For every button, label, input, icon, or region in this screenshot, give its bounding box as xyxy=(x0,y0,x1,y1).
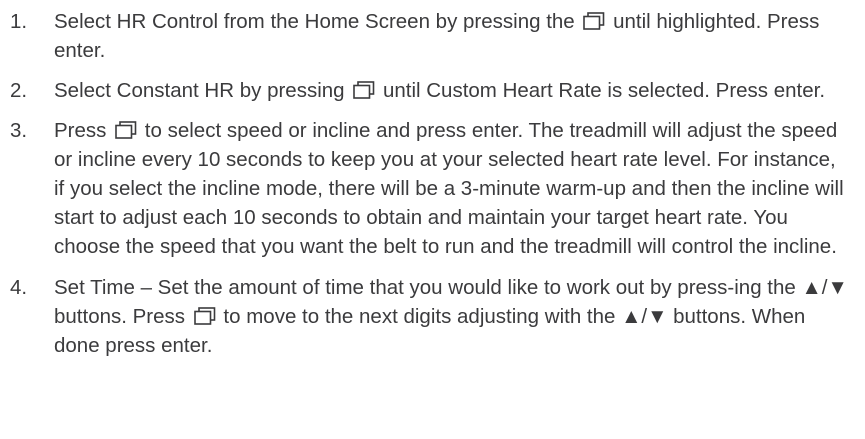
instructions-page: 1. Select HR Control from the Home Scree… xyxy=(0,0,865,439)
step-text-part: until Custom Heart Rate is selected. Pre… xyxy=(377,79,826,102)
select-button-icon xyxy=(193,307,216,325)
step-text-part: to select speed or incline and press ent… xyxy=(54,119,844,258)
step-number: 1. xyxy=(10,10,28,33)
instruction-step: 2. Select Constant HR by pressing until … xyxy=(10,76,855,105)
step-text: Set Time – Set the amount of time that y… xyxy=(54,273,855,360)
instruction-step: 4. Set Time – Set the amount of time tha… xyxy=(10,273,855,360)
step-text: Press to select speed or incline and pre… xyxy=(54,116,855,261)
step-number: 3. xyxy=(10,119,28,142)
instruction-steps-list: 1. Select HR Control from the Home Scree… xyxy=(10,7,855,360)
step-text-part: Select Constant HR by pressing xyxy=(54,79,351,102)
select-button-icon xyxy=(353,81,375,99)
select-button-icon xyxy=(583,12,605,30)
step-number: 2. xyxy=(10,79,28,102)
step-text-part: Select HR Control from the Home Screen b… xyxy=(54,10,581,33)
step-text-part: Press xyxy=(54,119,113,142)
step-text: Select Constant HR by pressing until Cus… xyxy=(54,76,855,105)
instruction-step: 1. Select HR Control from the Home Scree… xyxy=(10,7,855,65)
step-number: 4. xyxy=(10,276,28,299)
select-button-icon xyxy=(115,121,137,139)
step-text: Select HR Control from the Home Screen b… xyxy=(54,7,855,65)
instruction-step: 3. Press to select speed or incline and … xyxy=(10,116,855,261)
